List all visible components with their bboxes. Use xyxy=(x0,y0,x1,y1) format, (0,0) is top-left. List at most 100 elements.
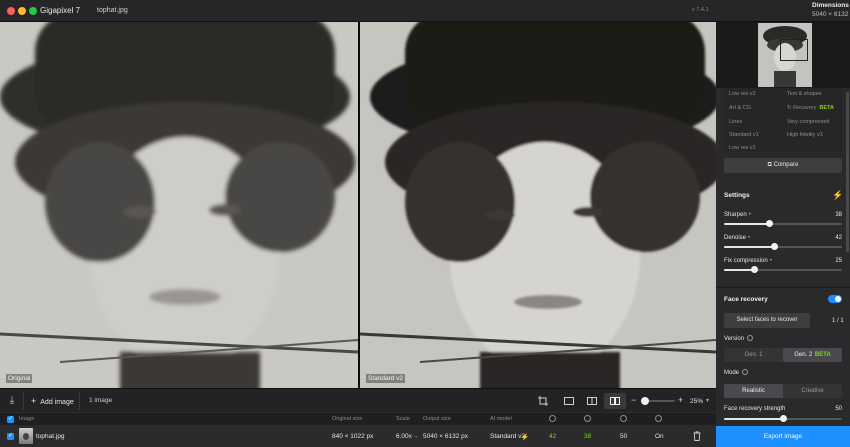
model-lines[interactable]: Lines xyxy=(729,119,742,125)
gen-2-option[interactable]: Gen. 2 BETA xyxy=(783,348,842,362)
slider-thumb[interactable] xyxy=(765,220,773,227)
fix-compression-label-text: Fix compression xyxy=(724,258,768,264)
plus-icon: + xyxy=(31,396,37,406)
header-scale: Scale xyxy=(396,416,410,422)
sharpen-slider[interactable] xyxy=(724,220,842,227)
beta-badge: BETA xyxy=(814,352,831,358)
row-fix-compression: 50 xyxy=(620,433,628,440)
creative-option[interactable]: Creative xyxy=(783,384,842,398)
side-by-side-icon xyxy=(610,397,620,405)
add-image-button[interactable]: + Add image xyxy=(31,396,74,406)
side-by-side-view-button[interactable] xyxy=(604,393,626,409)
mode-label: Mode xyxy=(724,369,749,376)
zoom-slider[interactable] xyxy=(641,397,675,405)
beta-badge: BETA xyxy=(819,105,834,111)
fix-compression-value: 25 xyxy=(835,258,842,264)
enhanced-preview[interactable]: Standard v2 xyxy=(360,22,716,388)
zoom-out-button[interactable]: − xyxy=(631,395,636,405)
row-file-name: tophat.jpg xyxy=(36,433,65,440)
denoise-slider[interactable] xyxy=(724,243,842,250)
sharpen-label: Sharpen • xyxy=(724,212,751,218)
select-faces-button[interactable]: Select faces to recover xyxy=(724,313,810,328)
ai-model-list: Low res v2 Art & CG Lines Standard v1 Lo… xyxy=(724,88,842,152)
navigator-preview[interactable] xyxy=(716,22,850,88)
face-strength-slider[interactable] xyxy=(724,415,842,422)
info-icon[interactable] xyxy=(747,335,754,341)
slider-thumb[interactable] xyxy=(770,243,778,250)
navigator-viewport[interactable] xyxy=(780,39,808,61)
window-close-button[interactable] xyxy=(7,7,15,15)
gen-2-label: Gen. 2 xyxy=(794,352,813,358)
trash-icon[interactable] xyxy=(693,431,701,441)
model-standard-v1[interactable]: Standard v1 xyxy=(729,132,759,138)
mode-selector: Realistic Creative xyxy=(724,384,842,398)
settings-sidebar: Low res v2 Art & CG Lines Standard v1 Lo… xyxy=(716,22,850,447)
row-output-size: 5040 × 6132 px xyxy=(423,433,468,440)
face-column-icon xyxy=(655,415,662,422)
row-checkbox[interactable]: ✓ xyxy=(7,433,14,440)
window-maximize-button[interactable] xyxy=(29,7,37,15)
model-low-res-v2[interactable]: Low res v2 xyxy=(729,91,756,97)
export-image-button[interactable]: Export image xyxy=(716,426,850,447)
slider-thumb[interactable] xyxy=(780,415,787,422)
navigator-thumbnail xyxy=(758,23,812,87)
denoise-label: Denoise • xyxy=(724,235,750,241)
realistic-option[interactable]: Realistic xyxy=(724,384,783,398)
crop-view-button[interactable] xyxy=(532,393,554,409)
bolt-icon: ⚡ xyxy=(521,434,530,441)
model-very-compressed[interactable]: Very compressed xyxy=(787,119,830,125)
row-scale[interactable]: 6.00x xyxy=(396,433,412,440)
info-icon[interactable] xyxy=(742,369,749,375)
original-preview[interactable]: Original xyxy=(0,22,358,388)
single-view-icon xyxy=(564,397,574,405)
model-text-shapes[interactable]: Text & shapes xyxy=(787,91,822,97)
row-sharpen: 42 xyxy=(549,433,557,440)
header-output-size: Output size xyxy=(423,416,451,422)
table-row[interactable]: ✓ tophat.jpg 840 × 1022 px 6.00x → 5040 … xyxy=(0,425,716,447)
face-recovery-toggle[interactable] xyxy=(828,295,842,303)
fix-compression-slider[interactable] xyxy=(724,266,842,273)
chevron-down-icon[interactable]: ▾ xyxy=(706,397,709,404)
single-view-button[interactable] xyxy=(558,393,580,409)
face-count: 1 / 1 xyxy=(832,318,844,324)
model-low-res-v1[interactable]: Low res v1 xyxy=(729,145,756,151)
model-high-fidelity-v1[interactable]: High fidelity v1 xyxy=(787,132,823,138)
image-thumbnail xyxy=(19,428,33,444)
split-view-button[interactable] xyxy=(581,393,603,409)
title-bar: Gigapixel 7 tophat.jpg v 7.4.1 Dimension… xyxy=(0,0,850,22)
slider-fill xyxy=(724,418,783,420)
row-face-recovery: On xyxy=(655,433,664,440)
row-denoise: 38 xyxy=(584,433,592,440)
file-list-header: ✓ Image Original size Scale Output size … xyxy=(0,412,716,425)
slider-fill xyxy=(724,269,754,271)
face-strength-value: 50 xyxy=(835,406,842,412)
zoom-slider-thumb[interactable] xyxy=(641,397,649,405)
bolt-icon[interactable]: ⚡ xyxy=(832,190,843,201)
app-title: Gigapixel 7 xyxy=(40,6,81,15)
slider-thumb[interactable] xyxy=(750,266,758,273)
row-ai-model[interactable]: Standard v2 xyxy=(490,433,525,440)
model-recovery[interactable]: ↻ Recovery BETA xyxy=(787,105,834,111)
sharpen-column-icon xyxy=(549,415,556,422)
face-recovery-title: Face recovery xyxy=(724,296,768,303)
denoise-column-icon xyxy=(584,415,591,422)
window-minimize-button[interactable] xyxy=(18,7,26,15)
zoom-in-button[interactable]: + xyxy=(678,395,683,405)
header-original-size: Original size xyxy=(332,416,363,422)
compare-button[interactable]: ⧉ Compare xyxy=(724,158,842,173)
version-label: Version xyxy=(724,335,754,342)
select-all-checkbox[interactable]: ✓ xyxy=(7,416,14,423)
settings-title: Settings xyxy=(724,192,750,199)
dimensions-value: 5040 × 6132 xyxy=(812,11,849,18)
model-art-cg[interactable]: Art & CG xyxy=(729,105,751,111)
original-photo xyxy=(0,22,358,388)
crop-icon xyxy=(538,396,548,406)
gen-1-option[interactable]: Gen. 1 xyxy=(724,348,783,362)
version-selector: Gen. 1 Gen. 2 BETA xyxy=(724,348,842,362)
file-title: tophat.jpg xyxy=(97,7,128,14)
sidebar-scrollbar[interactable] xyxy=(846,92,849,252)
compression-column-icon xyxy=(620,415,627,422)
download-icon[interactable]: ⤓ xyxy=(6,395,18,407)
row-original-size: 840 × 1022 px xyxy=(332,433,374,440)
divider xyxy=(23,392,24,410)
